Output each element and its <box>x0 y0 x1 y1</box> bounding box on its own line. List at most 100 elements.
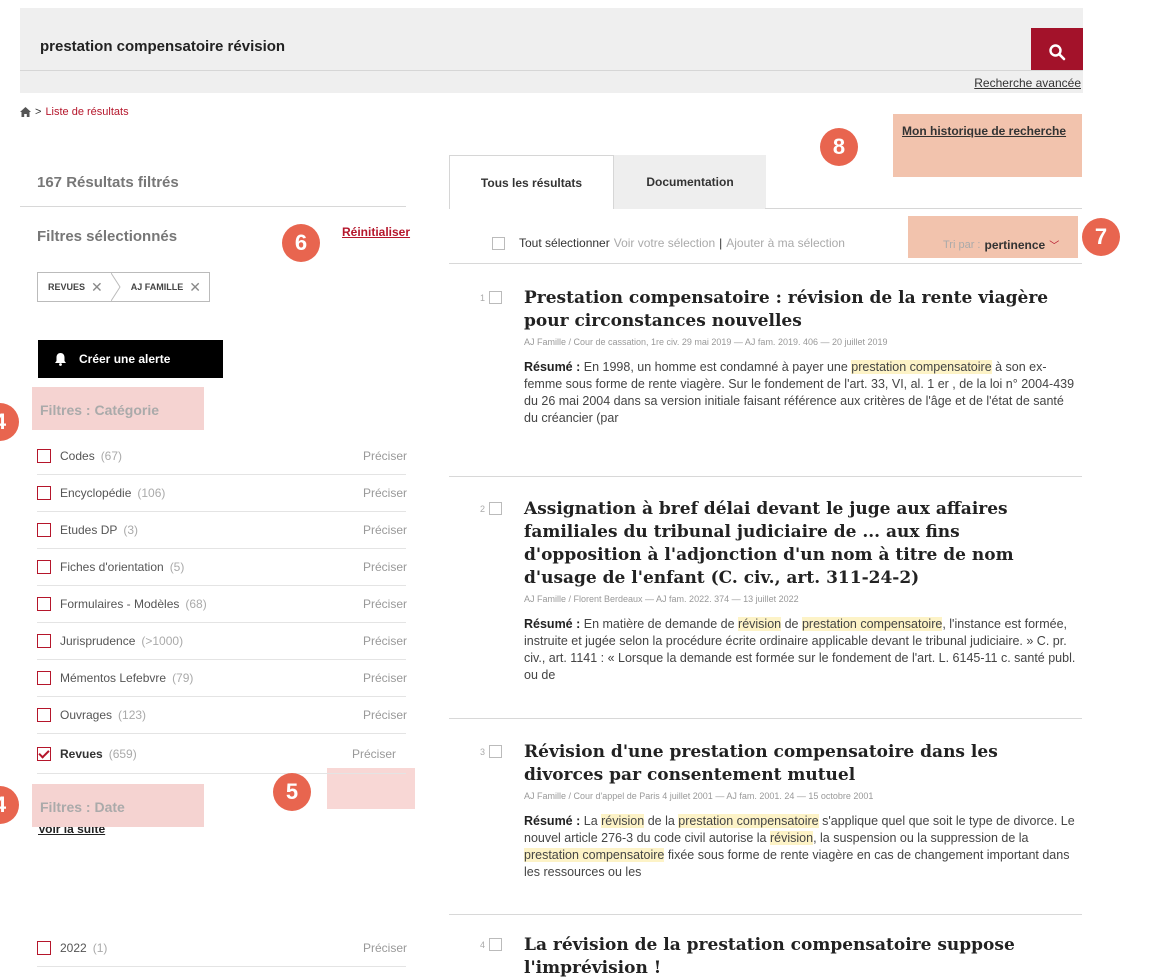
result-item: 4 La révision de la prestation compensat… <box>480 934 1080 980</box>
refine-link[interactable]: Préciser <box>363 708 407 722</box>
result-title[interactable]: Assignation à bref délai devant le juge … <box>524 498 1080 590</box>
filter-item-mementos[interactable]: Mémentos Lefebvre (79) Préciser <box>37 660 407 697</box>
checkbox[interactable] <box>37 634 51 648</box>
checkbox[interactable] <box>37 597 51 611</box>
refine-link[interactable]: Préciser <box>363 523 407 537</box>
select-all-checkbox[interactable] <box>492 236 505 250</box>
refine-link[interactable]: Préciser <box>363 449 407 463</box>
result-title[interactable]: Prestation compensatoire : révision de l… <box>524 287 1080 333</box>
abstract-label: Résumé : <box>524 814 581 828</box>
divider <box>449 914 1082 915</box>
filter-label: Mémentos Lefebvre <box>60 671 167 685</box>
checkbox[interactable] <box>37 486 51 500</box>
close-icon[interactable]: ✕ <box>91 279 103 296</box>
filter-chip-aj-famille[interactable]: AJ FAMILLE ✕ <box>121 273 209 301</box>
filter-item-etudes-dp[interactable]: Etudes DP (3) Préciser <box>37 512 407 549</box>
tab-documentation[interactable]: Documentation <box>614 155 766 209</box>
filter-count: (5) <box>169 560 185 574</box>
result-meta: AJ Famille / Cour de cassation, 1re civ.… <box>524 337 888 347</box>
sort-label: Tri par : <box>943 238 981 251</box>
add-to-selection-link[interactable]: Ajouter à ma sélection <box>726 236 845 250</box>
refine-link[interactable]: Préciser <box>363 486 407 500</box>
result-checkbox[interactable] <box>489 745 502 758</box>
divider <box>20 206 406 207</box>
home-icon[interactable] <box>20 107 31 117</box>
filter-item-ouvrages[interactable]: Ouvrages (123) Préciser <box>37 697 407 734</box>
breadcrumb-current[interactable]: Liste de résultats <box>45 106 128 118</box>
filter-count: (68) <box>185 597 207 611</box>
filter-label: Ouvrages <box>60 708 113 722</box>
result-checkbox[interactable] <box>489 502 502 515</box>
close-icon[interactable]: ✕ <box>189 279 201 296</box>
filter-item-fiches[interactable]: Fiches d'orientation (5) Préciser <box>37 549 407 586</box>
highlighted-term: prestation compensatoire <box>524 848 665 862</box>
filter-item-2022[interactable]: 2022 (1) Préciser <box>37 930 407 967</box>
divider <box>449 476 1082 477</box>
abstract-text: En 1998, un homme est condamné à payer u… <box>580 360 852 374</box>
result-item: 1 Prestation compensatoire : révision de… <box>480 287 1080 427</box>
result-title[interactable]: La révision de la prestation compensatoi… <box>524 934 1080 980</box>
search-icon <box>1049 44 1066 61</box>
refine-link[interactable]: Préciser <box>363 941 407 955</box>
sort-dropdown[interactable]: Tri par : pertinence ﹀ <box>943 237 1059 253</box>
bell-icon <box>55 353 66 366</box>
reset-filters-link[interactable]: Réinitialiser <box>342 225 410 239</box>
highlighted-term: prestation compensatoire <box>851 360 992 374</box>
filter-label: 2022 <box>60 941 87 955</box>
filter-item-encyclopedie[interactable]: Encyclopédie (106) Préciser <box>37 475 407 512</box>
filter-count: (659) <box>108 746 137 761</box>
highlighted-term: prestation compensatoire <box>801 617 943 631</box>
annotation-badge: 5 <box>273 773 311 811</box>
date-filter-title: Filtres : Date <box>32 784 204 827</box>
checkbox[interactable] <box>37 708 51 722</box>
filter-item-revues[interactable]: Revues (659) Préciser <box>37 734 406 774</box>
chevron-right-icon <box>110 273 121 301</box>
refine-link[interactable]: Préciser <box>363 634 407 648</box>
abstract-text: , la suspension ou la suppression de la <box>813 831 1029 845</box>
advanced-search-bar: Recherche avancée <box>20 70 1083 93</box>
abstract-text: de <box>781 617 802 631</box>
refine-link[interactable]: Préciser <box>352 747 396 761</box>
see-selection-link[interactable]: Voir votre sélection <box>614 236 715 250</box>
filter-item-jurisprudence[interactable]: Jurisprudence (>1000) Préciser <box>37 623 407 660</box>
refine-link[interactable]: Préciser <box>363 597 407 611</box>
divider <box>449 263 1082 264</box>
filter-count: (>1000) <box>141 634 184 648</box>
refine-link[interactable]: Préciser <box>363 671 407 685</box>
filter-count: (123) <box>118 708 147 722</box>
create-alert-button[interactable]: Créer une alerte <box>38 340 223 378</box>
create-alert-label: Créer une alerte <box>79 352 171 366</box>
select-all-label[interactable]: Tout sélectionner <box>519 236 610 250</box>
sort-value: pertinence <box>984 237 1046 252</box>
result-checkbox[interactable] <box>489 291 502 304</box>
abstract-text: de la <box>644 814 679 828</box>
result-abstract: Résumé : En matière de demande de révisi… <box>524 616 1080 684</box>
highlighted-term: révision <box>769 831 814 845</box>
result-title[interactable]: Révision d'une prestation compensatoire … <box>524 741 1080 787</box>
result-checkbox[interactable] <box>489 938 502 951</box>
filter-chip-revues[interactable]: REVUES ✕ <box>38 273 111 301</box>
search-input[interactable]: prestation compensatoire révision <box>40 38 285 55</box>
breadcrumb: > Liste de résultats <box>20 106 129 118</box>
tab-underline <box>765 208 1082 209</box>
advanced-search-link[interactable]: Recherche avancée <box>974 76 1081 90</box>
chip-label: REVUES <box>48 282 86 292</box>
filter-label: Jurisprudence <box>60 634 136 648</box>
filter-label: Etudes DP <box>60 523 118 537</box>
checkbox[interactable] <box>37 941 51 955</box>
result-number: 1 <box>480 293 486 303</box>
checkbox[interactable] <box>37 449 51 463</box>
filter-count: (67) <box>100 449 123 463</box>
checkbox[interactable] <box>37 671 51 685</box>
filter-item-formulaires[interactable]: Formulaires - Modèles (68) Préciser <box>37 586 407 623</box>
checkbox[interactable] <box>37 523 51 537</box>
search-history-link[interactable]: Mon historique de recherche <box>902 124 1066 138</box>
search-button[interactable] <box>1031 28 1083 76</box>
tab-all-results[interactable]: Tous les résultats <box>449 155 614 209</box>
result-item: 2 Assignation à bref délai devant le jug… <box>480 498 1080 684</box>
filter-label: Formulaires - Modèles <box>60 597 180 611</box>
checkbox-checked[interactable] <box>37 746 51 761</box>
filter-item-codes[interactable]: Codes (67) Préciser <box>37 438 407 475</box>
checkbox[interactable] <box>37 560 51 574</box>
refine-link[interactable]: Préciser <box>363 560 407 574</box>
